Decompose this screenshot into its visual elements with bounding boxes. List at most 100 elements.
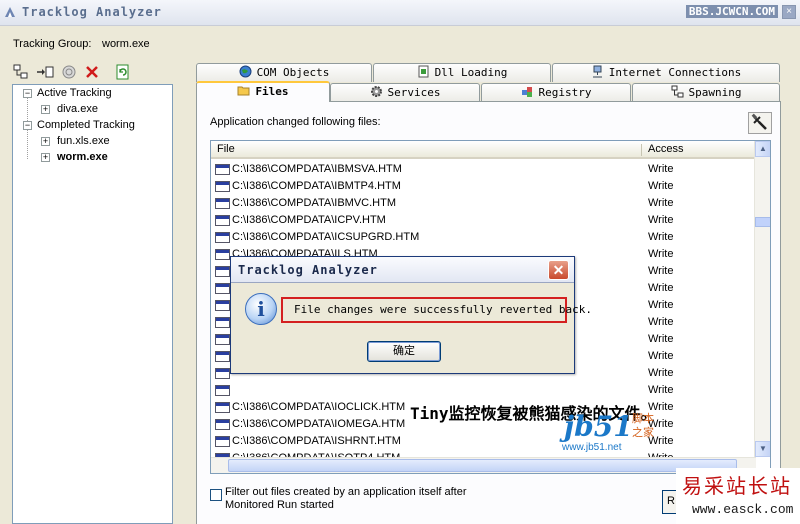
scroll-thumb[interactable] bbox=[755, 217, 770, 227]
jb51-logo-cn2: 之家 bbox=[632, 427, 654, 439]
expand-icon[interactable]: + bbox=[41, 153, 50, 162]
registry-icon bbox=[521, 87, 532, 97]
tab-spawning[interactable]: Spawning bbox=[632, 83, 780, 102]
file-access: Write bbox=[648, 367, 674, 379]
column-file[interactable]: File bbox=[217, 143, 235, 155]
file-path: C:\I386\COMPDATA\ISHRNT.HTM bbox=[232, 435, 401, 447]
table-row[interactable]: C:\I386\COMPDATA\IBMTP4.HTM Write bbox=[215, 178, 755, 195]
jb51-logo-url: www.jb51.net bbox=[562, 442, 622, 453]
refresh-icon[interactable] bbox=[114, 63, 132, 81]
table-row[interactable]: Write bbox=[215, 382, 755, 399]
tab-registry[interactable]: Registry bbox=[481, 83, 631, 102]
folder-icon bbox=[237, 86, 250, 96]
app-icon bbox=[5, 7, 15, 17]
tab-label: Files bbox=[255, 85, 289, 98]
tree-node-worm[interactable]: worm.exe bbox=[57, 150, 108, 165]
easck-logo-cn: 易采站长站 bbox=[682, 474, 792, 498]
file-icon bbox=[215, 402, 230, 413]
dialog-close-icon[interactable]: ✕ bbox=[548, 260, 569, 280]
revert-button[interactable] bbox=[748, 112, 772, 134]
file-path: C:\I386\COMPDATA\ICSUPGRD.HTM bbox=[232, 231, 420, 243]
list-header: File Access bbox=[211, 141, 756, 159]
expand-icon[interactable]: + bbox=[41, 105, 50, 114]
column-separator[interactable] bbox=[641, 144, 642, 156]
table-row[interactable]: C:\I386\COMPDATA\ISHRNT.HTM Write bbox=[215, 433, 755, 450]
file-icon bbox=[215, 266, 230, 277]
file-access: Write bbox=[648, 265, 674, 277]
tree-node-diva[interactable]: diva.exe bbox=[57, 102, 98, 117]
tree-node-fun-xls[interactable]: fun.xls.exe bbox=[57, 134, 110, 149]
tab-dll-loading[interactable]: Dll Loading bbox=[373, 63, 551, 82]
file-access: Write bbox=[648, 282, 674, 294]
expand-icon[interactable]: + bbox=[41, 137, 50, 146]
changed-files-label: Application changed following files: bbox=[210, 116, 381, 128]
file-icon bbox=[215, 300, 230, 311]
hammer-icon bbox=[751, 113, 767, 130]
file-access: Write bbox=[648, 384, 674, 396]
collapse-icon[interactable]: − bbox=[23, 121, 32, 130]
window-close-button[interactable]: × bbox=[782, 5, 796, 19]
tab-label: Internet Connections bbox=[608, 66, 742, 79]
tab-label: Registry bbox=[538, 86, 592, 99]
file-access: Write bbox=[648, 163, 674, 175]
tree-node-completed-tracking[interactable]: Completed Tracking bbox=[37, 118, 135, 133]
file-icon bbox=[215, 436, 230, 447]
spawning-icon bbox=[671, 85, 683, 98]
file-path: C:\I386\COMPDATA\IOCLICK.HTM bbox=[232, 401, 406, 413]
file-access: Write bbox=[648, 248, 674, 260]
table-row[interactable]: C:\I386\COMPDATA\IBMVC.HTM Write bbox=[215, 195, 755, 212]
tab-label: Spawning bbox=[688, 86, 742, 99]
column-access[interactable]: Access bbox=[648, 143, 683, 155]
message-dialog: Tracklog Analyzer ✕ i File changes were … bbox=[230, 256, 592, 374]
tracking-group-value: worm.exe bbox=[102, 38, 150, 50]
start-tracking-icon[interactable] bbox=[36, 63, 54, 81]
dialog-message: File changes were successfully reverted … bbox=[281, 297, 592, 323]
window-titlebar: Tracklog Analyzer BBS.JCWCN.COM × bbox=[0, 0, 800, 26]
tree-line bbox=[27, 129, 28, 159]
collapse-icon[interactable]: − bbox=[23, 89, 32, 98]
file-access: Write bbox=[648, 214, 674, 226]
tree-view-icon[interactable] bbox=[12, 63, 30, 81]
tree-node-active-tracking[interactable]: Active Tracking bbox=[37, 86, 112, 101]
file-path: C:\I386\COMPDATA\IOMEGA.HTM bbox=[232, 418, 406, 430]
scroll-up-icon[interactable]: ▲ bbox=[755, 141, 770, 157]
jb51-logo-cn1: 脚本 bbox=[632, 413, 654, 425]
tab-files[interactable]: Files bbox=[196, 81, 330, 102]
file-access: Write bbox=[648, 316, 674, 328]
file-path: C:\I386\COMPDATA\ICPV.HTM bbox=[232, 214, 386, 226]
file-icon bbox=[215, 181, 230, 192]
easck-logo: 易采站长站 www.easck.com bbox=[676, 468, 800, 524]
tab-label: Dll Loading bbox=[434, 66, 508, 79]
watermark-text: BBS.JCWCN.COM bbox=[685, 5, 778, 18]
file-path: C:\I386\COMPDATA\IBMVC.HTM bbox=[232, 197, 397, 209]
horizontal-scrollbar[interactable] bbox=[211, 457, 756, 473]
info-icon: i bbox=[245, 293, 277, 325]
tracking-tree[interactable]: − Active Tracking + diva.exe − Completed… bbox=[12, 84, 173, 524]
tab-label: COM Objects bbox=[256, 66, 330, 79]
filter-checkbox[interactable] bbox=[210, 489, 222, 501]
tab-com-objects[interactable]: COM Objects bbox=[196, 63, 372, 82]
file-access: Write bbox=[648, 231, 674, 243]
tab-services[interactable]: Services bbox=[330, 83, 480, 102]
file-access: Write bbox=[648, 180, 674, 192]
file-path: C:\I386\COMPDATA\IBMTP4.HTM bbox=[232, 180, 401, 192]
horizontal-scroll-thumb[interactable] bbox=[228, 459, 737, 472]
ok-button[interactable]: 确定 bbox=[367, 341, 441, 362]
tab-label: Services bbox=[387, 86, 441, 99]
file-icon bbox=[215, 385, 230, 396]
file-icon bbox=[215, 164, 230, 175]
file-icon bbox=[215, 351, 230, 362]
vertical-scrollbar[interactable]: ▲ ▼ bbox=[754, 141, 770, 457]
globe-icon bbox=[239, 65, 252, 78]
table-row[interactable]: C:\I386\COMPDATA\IBMSVA.HTM Write bbox=[215, 161, 755, 178]
file-icon bbox=[215, 232, 230, 243]
stop-icon[interactable] bbox=[60, 63, 78, 81]
delete-icon[interactable] bbox=[83, 63, 101, 81]
file-icon bbox=[215, 334, 230, 345]
tab-internet-connections[interactable]: Internet Connections bbox=[552, 63, 780, 82]
easck-logo-url: www.easck.com bbox=[692, 502, 794, 517]
scroll-down-icon[interactable]: ▼ bbox=[755, 441, 770, 457]
table-row[interactable]: C:\I386\COMPDATA\ICPV.HTM Write bbox=[215, 212, 755, 229]
file-icon bbox=[215, 198, 230, 209]
table-row[interactable]: C:\I386\COMPDATA\ICSUPGRD.HTM Write bbox=[215, 229, 755, 246]
